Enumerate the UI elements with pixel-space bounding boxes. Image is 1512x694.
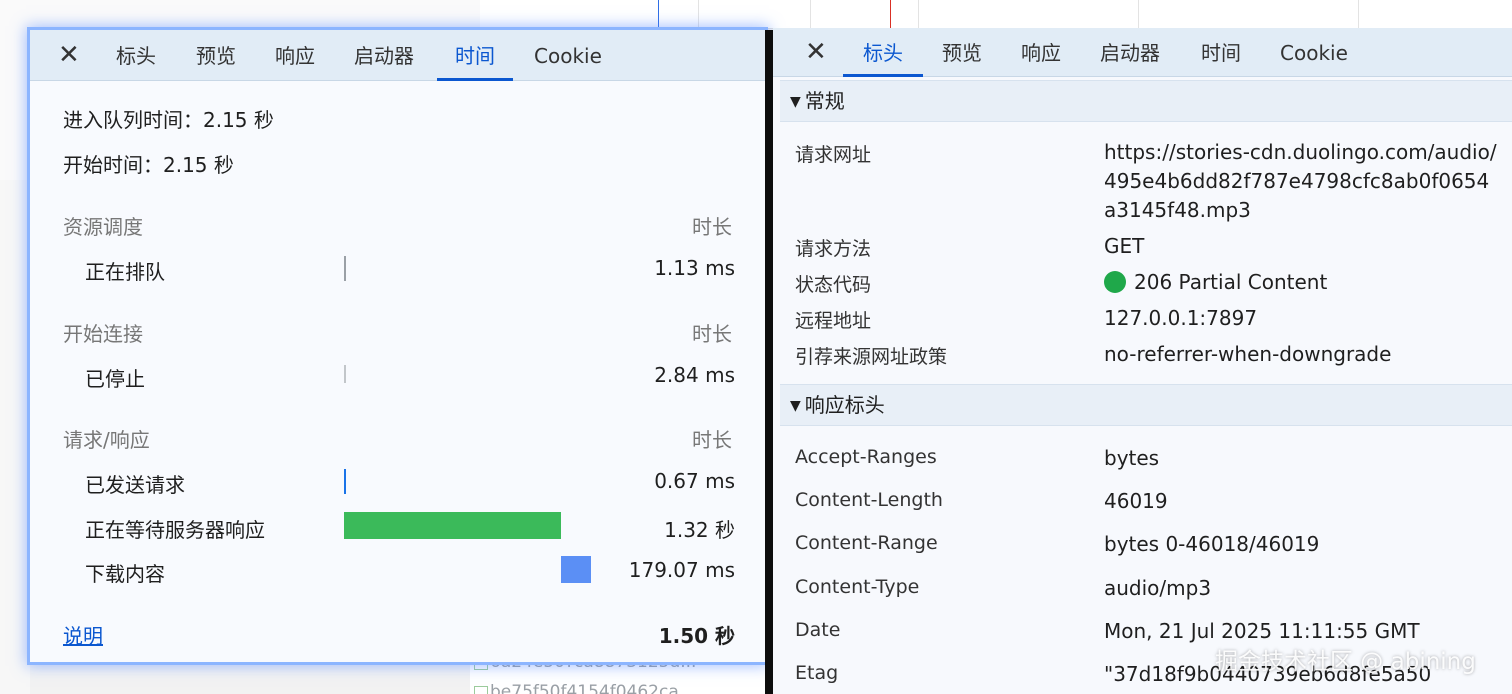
request-url-line[interactable]: https://stories-cdn.duolingo.com/audio/ — [1104, 140, 1497, 164]
timing-row-value: 1.13 ms — [654, 256, 735, 280]
queueing-bar — [344, 256, 346, 281]
timing-row-value: 0.67 ms — [654, 469, 735, 493]
status-dot-icon — [1104, 271, 1126, 293]
timing-row-value: 179.07 ms — [628, 558, 735, 582]
header-value: GET — [1104, 234, 1145, 258]
timing-row-value: 2.84 ms — [654, 363, 735, 387]
duration-header: 时长 — [692, 428, 732, 452]
duration-header: 时长 — [692, 215, 732, 239]
triangle-down-icon: ▼ — [790, 398, 801, 414]
header-value: bytes — [1104, 446, 1160, 470]
header-key: Accept-Ranges — [795, 446, 937, 468]
explanation-link[interactable]: 说明 — [63, 620, 103, 649]
timing-row-label: 下载内容 — [85, 562, 165, 586]
response-headers-section-header[interactable]: ▼ 响应标头 — [780, 384, 1512, 426]
header-key: Etag — [795, 662, 839, 684]
started-at-label: 开始时间：2.15 秒 — [63, 153, 234, 177]
tab-timing[interactable]: 时间 — [437, 30, 513, 81]
timing-panel: ✕ 标头 预览 响应 启动器 时间 Cookie 进入队列时间：2.15 秒 开… — [30, 30, 765, 662]
timeline-gridline — [1358, 0, 1359, 28]
tab-cookies[interactable]: Cookie — [534, 30, 602, 80]
tab-headers[interactable]: 标头 — [843, 28, 923, 77]
waiting-ttfb-bar — [344, 512, 561, 539]
section-title-connection: 开始连接 — [63, 322, 143, 346]
header-value: no-referrer-when-downgrade — [1104, 342, 1392, 366]
waterfall-timeline — [480, 0, 1512, 29]
section-title: 响应标头 — [804, 393, 885, 417]
request-row[interactable]: 6a24e50?ca8873125d... — [490, 662, 696, 672]
header-value: 46019 — [1104, 489, 1168, 513]
header-value: audio/mp3 — [1104, 576, 1212, 600]
close-icon[interactable]: ✕ — [805, 28, 827, 76]
headers-panel-tabbar: ✕ 标头 预览 响应 启动器 时间 Cookie — [773, 28, 1512, 77]
timing-row-label: 正在排队 — [85, 260, 165, 284]
header-key: 请求网址 — [795, 144, 872, 166]
tab-response[interactable]: 响应 — [275, 30, 315, 80]
tab-cookies[interactable]: Cookie — [1280, 28, 1348, 76]
total-duration: 1.50 秒 — [658, 624, 735, 648]
request-url-line[interactable]: 495e4b6dd82f787e4798cfc8ab0f0654 — [1104, 169, 1489, 193]
header-key: 状态代码 — [795, 274, 872, 296]
status-code-value: 206 Partial Content — [1104, 270, 1327, 294]
request-row[interactable]: be75f50f4154f0462ca... — [490, 682, 695, 694]
section-title-scheduling: 资源调度 — [63, 215, 143, 239]
timing-row-label: 已发送请求 — [85, 473, 185, 497]
tab-preview[interactable]: 预览 — [942, 28, 982, 76]
watermark: 掘金技术社区 @ abining — [1215, 649, 1476, 675]
header-key: Content-Length — [795, 489, 943, 511]
tab-headers[interactable]: 标头 — [116, 30, 156, 80]
file-icon — [474, 686, 488, 694]
header-value: Mon, 21 Jul 2025 11:11:55 GMT — [1104, 619, 1420, 643]
timing-row-value: 1.32 秒 — [664, 518, 735, 542]
panel-divider[interactable] — [765, 30, 773, 694]
timeline-marker — [658, 0, 659, 28]
tab-response[interactable]: 响应 — [1021, 28, 1061, 76]
stalled-bar — [344, 365, 346, 383]
headers-panel: ✕ 标头 预览 响应 启动器 时间 Cookie ▼ 常规 请求网址 https:… — [773, 28, 1512, 694]
timeline-gridline — [918, 0, 919, 28]
header-value: 127.0.0.1:7897 — [1104, 306, 1258, 330]
timing-row-label: 正在等待服务器响应 — [85, 518, 265, 542]
file-icon — [474, 662, 488, 670]
close-icon[interactable]: ✕ — [58, 30, 80, 80]
timeline-gridline — [698, 0, 699, 28]
timeline-gridline — [810, 0, 811, 28]
general-section-header[interactable]: ▼ 常规 — [780, 80, 1512, 122]
timing-panel-tabbar: ✕ 标头 预览 响应 启动器 时间 Cookie — [30, 30, 765, 81]
tab-timing[interactable]: 时间 — [1201, 28, 1241, 76]
timing-row-label: 已停止 — [85, 367, 145, 391]
section-title: 常规 — [804, 89, 845, 113]
content-download-bar — [561, 556, 591, 583]
queued-at-label: 进入队列时间：2.15 秒 — [63, 108, 274, 132]
status-text: 206 Partial Content — [1134, 270, 1328, 294]
header-key: Content-Range — [795, 532, 938, 554]
header-key: 远程地址 — [795, 310, 872, 332]
tab-initiator[interactable]: 启动器 — [1100, 28, 1160, 76]
request-sent-bar — [344, 469, 346, 494]
header-value: bytes 0-46018/46019 — [1104, 532, 1320, 556]
header-key: 请求方法 — [795, 238, 872, 260]
triangle-down-icon: ▼ — [790, 94, 801, 110]
tab-preview[interactable]: 预览 — [196, 30, 236, 80]
timeline-gridline — [1138, 0, 1139, 28]
timeline-marker — [890, 0, 891, 28]
duration-header: 时长 — [692, 322, 732, 346]
section-title-request-response: 请求/响应 — [63, 428, 150, 452]
background-strip — [0, 180, 30, 694]
request-url-line[interactable]: a3145f48.mp3 — [1104, 198, 1251, 222]
network-request-list: 6a24e50?ca8873125d... be75f50f4154f0462c… — [470, 662, 770, 694]
header-key: Date — [795, 619, 841, 641]
header-key: 引荐来源网址政策 — [795, 346, 948, 368]
header-key: Content-Type — [795, 576, 920, 598]
tab-initiator[interactable]: 启动器 — [354, 30, 414, 80]
